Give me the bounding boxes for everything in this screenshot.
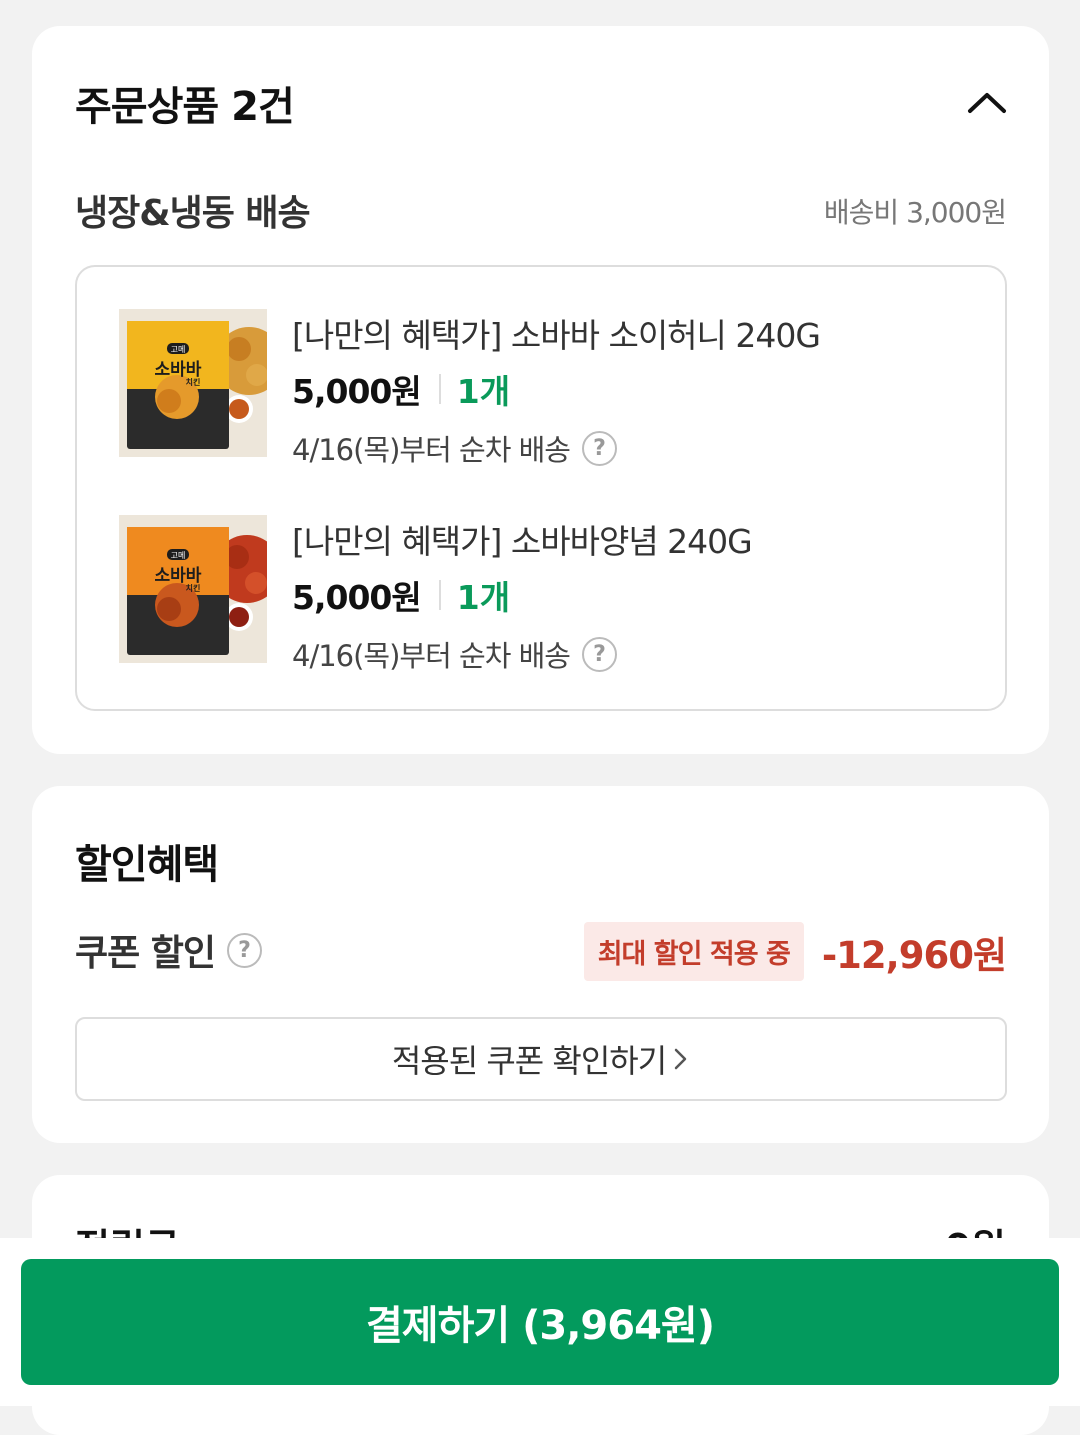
list-item[interactable]: 고메 소바바 치킨 [나만의 혜택가] 소바바양념 240G 5,000원 1개… <box>119 515 979 673</box>
pay-button[interactable]: 결제하기 (3,964원) <box>21 1259 1059 1385</box>
order-items-list: 고메 소바바 치킨 [나만의 혜택가] 소바바 소이허니 240G 5,000원… <box>75 265 1007 711</box>
list-item[interactable]: 고메 소바바 치킨 [나만의 혜택가] 소바바 소이허니 240G 5,000원… <box>119 309 979 467</box>
pay-button-label: 결제하기 (3,964원) <box>365 1303 715 1349</box>
divider <box>438 374 441 404</box>
chevron-up-icon <box>968 93 1006 113</box>
package-brand: 고메 <box>171 551 186 560</box>
coupon-discount-amount: -12,960원 <box>821 933 1007 977</box>
coupon-discount-label: 쿠폰 할인 <box>75 933 216 974</box>
delivery-text: 4/16(목)부터 순차 배송 <box>292 433 571 467</box>
discount-title: 할인혜택 <box>75 842 219 888</box>
check-coupons-button[interactable]: 적용된 쿠폰 확인하기 <box>75 1017 1007 1101</box>
bottom-pay-bar: 결제하기 (3,964원) <box>0 1238 1080 1406</box>
help-icon[interactable]: ? <box>227 932 263 968</box>
package-sub: 치킨 <box>186 377 201 387</box>
package-brand: 고메 <box>171 345 186 354</box>
package-title: 소바바 <box>155 566 202 586</box>
discount-card: 할인혜택 쿠폰 할인 ? 최대 할인 적용 중 -12,960원 적용된 쿠폰 … <box>32 786 1049 1143</box>
product-quantity: 1개 <box>456 578 511 617</box>
order-items-card: 주문상품 2건 냉장&냉동 배송 배송비 3,000원 고메 소바바 치킨 [나… <box>32 26 1049 754</box>
shipping-fee: 배송비 3,000원 <box>823 196 1007 229</box>
product-quantity: 1개 <box>456 372 511 411</box>
product-image: 고메 소바바 치킨 <box>119 309 267 457</box>
product-price: 5,000원 <box>292 372 422 411</box>
coupon-discount-row: 쿠폰 할인 ? <box>75 924 263 976</box>
coupon-discount-value: 최대 할인 적용 중 -12,960원 <box>583 922 1007 981</box>
help-icon[interactable]: ? <box>581 430 617 466</box>
max-discount-badge: 최대 할인 적용 중 <box>583 922 804 981</box>
divider <box>438 580 441 610</box>
price-row: 5,000원 1개 <box>292 365 510 413</box>
product-price: 5,000원 <box>292 578 422 617</box>
delivery-info: 4/16(목)부터 순차 배송 ? <box>292 427 617 469</box>
package-title: 소바바 <box>155 360 202 380</box>
product-image: 고메 소바바 치킨 <box>119 515 267 663</box>
order-items-title: 주문상품 2건 <box>75 84 295 130</box>
collapse-button[interactable] <box>965 82 1009 122</box>
delivery-type-label: 냉장&냉동 배송 <box>75 193 311 234</box>
package-sub: 치킨 <box>186 583 201 593</box>
product-name: [나만의 혜택가] 소바바 소이허니 240G <box>292 316 821 355</box>
check-coupons-label: 적용된 쿠폰 확인하기 <box>391 1042 667 1080</box>
chevron-right-icon <box>674 1048 687 1070</box>
product-name: [나만의 혜택가] 소바바양념 240G <box>292 522 753 561</box>
delivery-info: 4/16(목)부터 순차 배송 ? <box>292 633 617 675</box>
help-icon[interactable]: ? <box>581 636 617 672</box>
price-row: 5,000원 1개 <box>292 571 510 619</box>
delivery-text: 4/16(목)부터 순차 배송 <box>292 639 571 673</box>
